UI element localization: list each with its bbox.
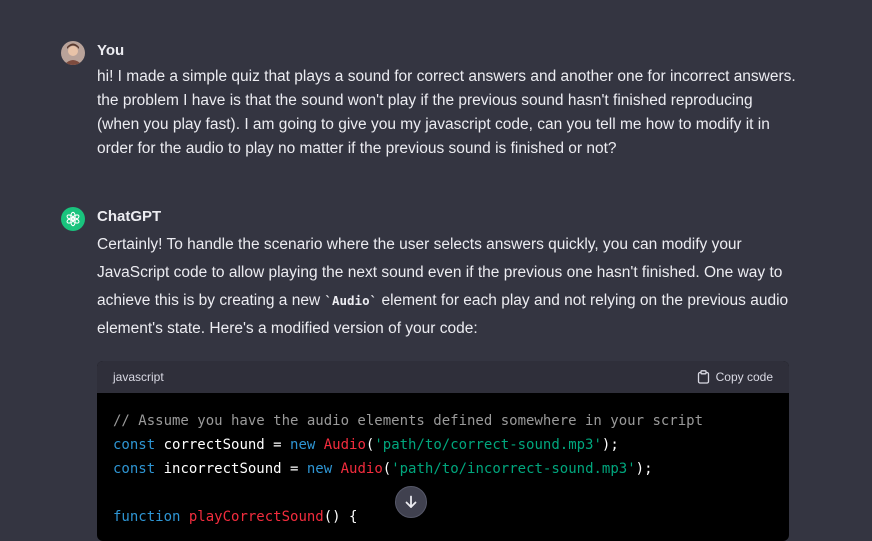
code-line: const correctSound = new Audio('path/to/…	[113, 433, 773, 457]
user-message-text: hi! I made a simple quiz that plays a so…	[97, 68, 796, 157]
code-token-comment: // Assume you have the audio elements de…	[113, 413, 704, 429]
assistant-message-text: Certainly! To handle the scenario where …	[97, 231, 797, 343]
assistant-author-name: ChatGPT	[97, 208, 162, 225]
code-token-kw: new	[306, 461, 333, 477]
scroll-to-bottom-button[interactable]	[395, 486, 427, 518]
code-token-kw: const	[113, 437, 156, 453]
code-block: javascript Copy code // Assume you have …	[97, 361, 789, 541]
code-token-kw: function	[113, 509, 181, 525]
inline-code: `Audio`	[324, 293, 378, 308]
copy-code-label: Copy code	[715, 370, 773, 384]
code-token-str: 'path/to/incorrect-sound.mp3'	[391, 461, 636, 477]
code-content: // Assume you have the audio elements de…	[97, 393, 789, 529]
code-language-label: javascript	[113, 370, 164, 384]
code-token-str: 'path/to/correct-sound.mp3'	[374, 437, 602, 453]
code-line: function playCorrectSound() {	[113, 505, 773, 529]
arrow-down-icon	[404, 495, 418, 509]
code-token-plain: correctSound =	[155, 437, 291, 453]
code-header: javascript Copy code	[97, 361, 789, 393]
openai-logo-icon	[61, 207, 85, 231]
code-token-class: Audio	[340, 461, 383, 477]
code-line: // Assume you have the audio elements de…	[113, 409, 773, 433]
code-line: const incorrectSound = new Audio('path/t…	[113, 457, 773, 481]
code-token-plain: () {	[323, 509, 358, 525]
code-token-kw: const	[113, 461, 156, 477]
user-avatar	[61, 41, 85, 65]
code-token-kw: new	[290, 437, 316, 453]
code-token-plain: incorrectSound =	[155, 461, 307, 477]
user-author-name: You	[97, 42, 125, 59]
code-token-fn: playCorrectSound	[188, 509, 324, 525]
code-token-plain: (	[382, 461, 392, 477]
clipboard-icon	[697, 370, 710, 384]
code-token-plain: );	[601, 437, 619, 453]
copy-code-button[interactable]: Copy code	[697, 370, 773, 384]
code-token-class: Audio	[323, 437, 366, 453]
code-token-plain: );	[635, 461, 653, 477]
